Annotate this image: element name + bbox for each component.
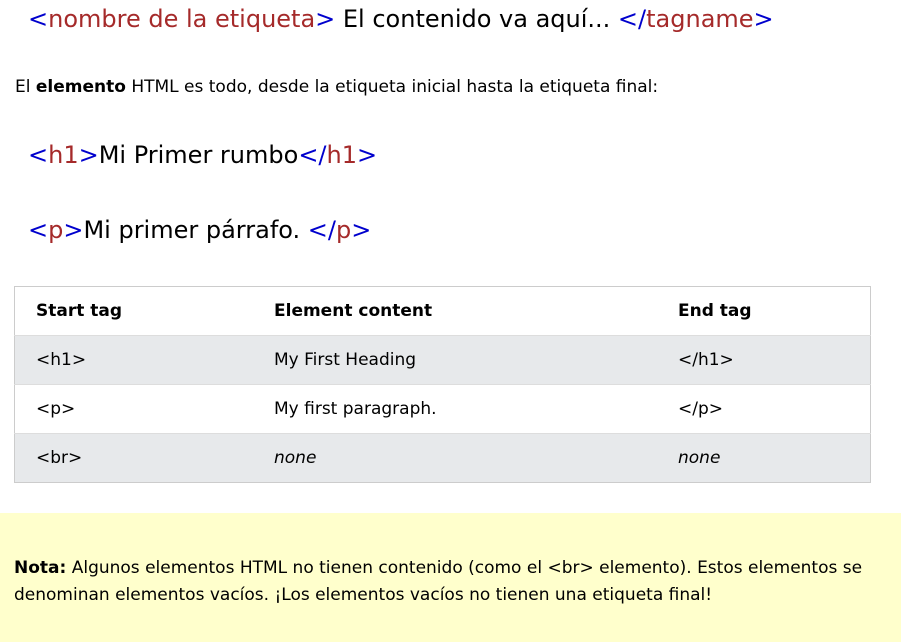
cell-start-tag: <br> <box>14 433 253 483</box>
cell-end-tag: none <box>657 433 871 483</box>
note-label: Nota: <box>14 558 67 578</box>
close-tag-name: h1 <box>326 141 357 169</box>
close-tag-bracket-end: > <box>357 141 378 169</box>
note-box: Nota: Algunos elementos HTML no tienen c… <box>0 513 901 642</box>
close-tag-name: tagname <box>646 5 754 33</box>
open-tag-name: p <box>48 216 64 244</box>
table-row: <h1> My First Heading </h1> <box>14 335 871 385</box>
header-element-content: Element content <box>253 286 657 336</box>
close-tag-bracket-end: > <box>753 5 774 33</box>
table-row: <br> none none <box>14 433 871 483</box>
open-tag-bracket: < <box>28 216 49 244</box>
intro-bold-term: elemento <box>35 77 126 97</box>
open-tag-name: h1 <box>48 141 79 169</box>
syntax-example: <nombre de la etiqueta> El contenido va … <box>28 4 774 34</box>
intro-prefix: El <box>15 77 36 97</box>
close-tag-name: p <box>336 216 352 244</box>
cell-element-content: My first paragraph. <box>253 384 657 434</box>
open-tag-bracket-end: > <box>315 5 336 33</box>
open-tag-bracket: < <box>28 141 49 169</box>
open-tag-bracket-end: > <box>63 216 84 244</box>
note-text: Algunos elementos HTML no tienen conteni… <box>14 558 863 605</box>
intro-suffix: HTML es todo, desde la etiqueta inicial … <box>125 77 659 97</box>
header-start-tag: Start tag <box>14 286 253 336</box>
table-header-row: Start tag Element content End tag <box>14 286 871 336</box>
open-tag-bracket-end: > <box>78 141 99 169</box>
table-row: <p> My first paragraph. </p> <box>14 384 871 434</box>
cell-start-tag: <p> <box>14 384 253 434</box>
cell-element-content: none <box>253 433 657 483</box>
element-reference-table: Start tag Element content End tag <h1> M… <box>14 286 871 483</box>
p-example: <p>Mi primer párrafo. </p> <box>28 215 371 245</box>
intro-paragraph: El elemento HTML es todo, desde la etiqu… <box>15 76 658 98</box>
open-tag-name: nombre de la etiqueta <box>48 5 316 33</box>
open-tag-bracket: < <box>28 5 49 33</box>
close-tag-bracket: </ <box>617 5 647 33</box>
close-tag-bracket: </ <box>307 216 336 244</box>
page: <nombre de la etiqueta> El contenido va … <box>0 0 901 642</box>
h1-example: <h1>Mi Primer rumbo</h1> <box>28 140 377 170</box>
close-tag-bracket-end: > <box>351 216 372 244</box>
close-tag-bracket: </ <box>298 141 327 169</box>
cell-element-content: My First Heading <box>253 335 657 385</box>
cell-end-tag: </p> <box>657 384 871 434</box>
cell-end-tag: </h1> <box>657 335 871 385</box>
header-end-tag: End tag <box>657 286 871 336</box>
element-content-text: El contenido va aquí... <box>335 5 618 33</box>
p-content-text: Mi primer párrafo. <box>83 216 308 244</box>
cell-start-tag: <h1> <box>14 335 253 385</box>
h1-content-text: Mi Primer rumbo <box>98 141 299 169</box>
